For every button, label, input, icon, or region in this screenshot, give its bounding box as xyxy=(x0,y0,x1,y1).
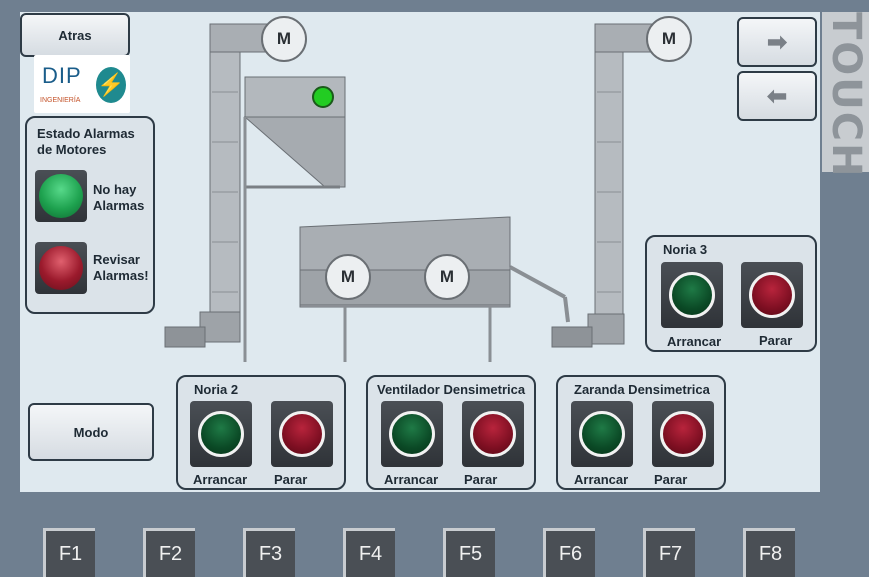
motor-label: M xyxy=(661,29,677,48)
ventilador-stop-button[interactable] xyxy=(462,401,524,467)
check-alarm-label: Revisar Alarmas! xyxy=(93,252,149,283)
noria-2-panel: Noria 2 Arrancar Parar xyxy=(176,375,346,490)
function-key-f6[interactable]: F6 xyxy=(543,528,595,577)
start-label: Arrancar xyxy=(193,472,248,487)
dip-logo: DIP INGENIERÍA ⚡ xyxy=(34,55,130,113)
no-alarm-indicator xyxy=(35,170,87,222)
function-key-f2[interactable]: F2 xyxy=(143,528,195,577)
running-indicator xyxy=(312,86,334,108)
noria-2-start-button[interactable] xyxy=(190,401,252,467)
panel-title: Noria 3 xyxy=(663,242,708,257)
function-key-f4[interactable]: F4 xyxy=(343,528,395,577)
mode-button[interactable]: Modo xyxy=(28,403,154,461)
mode-button-label: Modo xyxy=(73,424,109,440)
lightning-icon: ⚡ xyxy=(96,67,126,103)
logo-subtitle: INGENIERÍA xyxy=(40,97,81,104)
check-alarm-indicator xyxy=(35,242,87,294)
start-label: Arrancar xyxy=(574,472,629,487)
previous-screen-button[interactable]: ⬅ xyxy=(737,71,817,121)
function-key-f3[interactable]: F3 xyxy=(243,528,295,577)
logo-name: DIP xyxy=(42,63,82,88)
no-alarm-label: No hay Alarmas xyxy=(93,182,145,213)
touch-label: TOUCH xyxy=(822,12,869,179)
motor-label: M xyxy=(439,267,455,286)
function-key-f5[interactable]: F5 xyxy=(443,528,495,577)
alarm-panel-title: Estado Alarmas de Motores xyxy=(37,126,135,157)
function-key-f1[interactable]: F1 xyxy=(43,528,95,577)
noria-3-stop-button[interactable] xyxy=(741,262,803,328)
ventilador-densimetrica-panel: Ventilador Densimetrica Arrancar Parar xyxy=(366,375,536,490)
back-button[interactable]: Atras xyxy=(20,13,130,57)
panel-title: Ventilador Densimetrica xyxy=(377,382,526,397)
motor-noria-2: M xyxy=(261,16,307,62)
stop-label: Parar xyxy=(654,472,688,487)
start-label: Arrancar xyxy=(384,472,439,487)
hmi-screen: M M M M Atras DIP INGENIERÍA ⚡ Estado Al… xyxy=(20,12,820,492)
motor-ventilador: M xyxy=(325,254,371,300)
zaranda-densimetrica-panel: Zaranda Densimetrica Arrancar Parar xyxy=(556,375,726,490)
zaranda-start-button[interactable] xyxy=(571,401,633,467)
arrow-right-icon: ➡ xyxy=(766,28,788,56)
next-screen-button[interactable]: ➡ xyxy=(737,17,817,67)
stop-label: Parar xyxy=(759,333,793,348)
arrow-left-icon: ⬅ xyxy=(766,82,788,110)
noria-3-panel: Noria 3 Arrancar Parar xyxy=(645,235,817,352)
stop-label: Parar xyxy=(464,472,498,487)
zaranda-stop-button[interactable] xyxy=(652,401,714,467)
start-label: Arrancar xyxy=(667,334,722,349)
noria-3-start-button[interactable] xyxy=(661,262,723,328)
motor-zaranda: M xyxy=(424,254,470,300)
alarm-status-panel: Estado Alarmas de Motores No hay Alarmas… xyxy=(25,116,155,314)
ventilador-start-button[interactable] xyxy=(381,401,443,467)
panel-title: Noria 2 xyxy=(194,382,239,397)
motor-label: M xyxy=(276,29,292,48)
function-key-f8[interactable]: F8 xyxy=(743,528,795,577)
back-button-label: Atras xyxy=(58,27,92,43)
function-key-f7[interactable]: F7 xyxy=(643,528,695,577)
panel-title: Zaranda Densimetrica xyxy=(574,382,710,397)
motor-noria-3: M xyxy=(646,16,692,62)
stop-label: Parar xyxy=(274,472,308,487)
motor-label: M xyxy=(340,267,356,286)
noria-2-stop-button[interactable] xyxy=(271,401,333,467)
